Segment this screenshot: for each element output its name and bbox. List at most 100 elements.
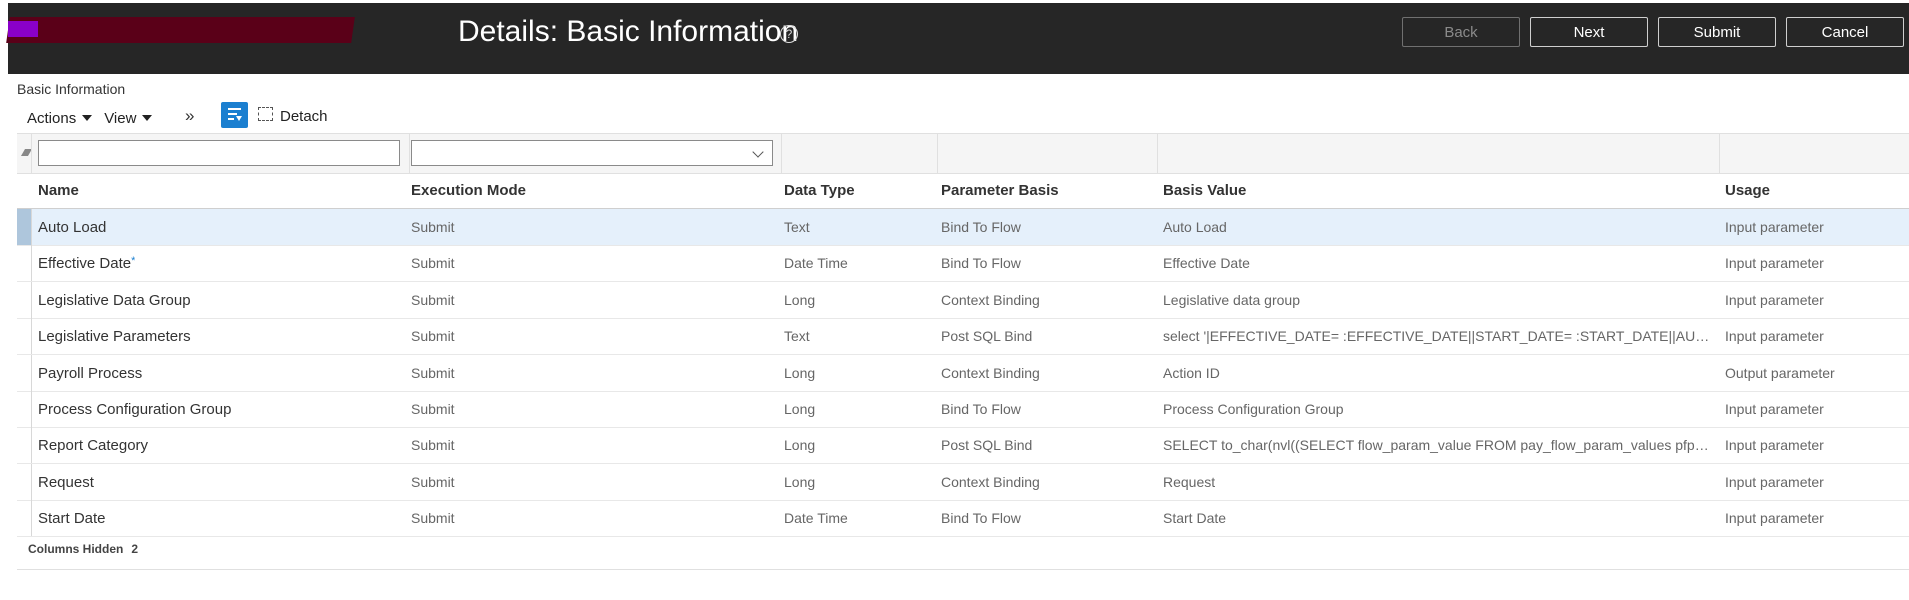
- cell-execution-mode: Submit: [411, 401, 455, 417]
- cell-name: Legislative Data Group: [38, 291, 191, 309]
- cell-basis-value: SELECT to_char(nvl((SELECT flow_param_va…: [1163, 437, 1711, 454]
- row-rule: [31, 245, 32, 282]
- table-row[interactable]: Legislative Data Group Submit Long Context …: [17, 281, 1909, 319]
- table-row[interactable]: Payroll Process Submit Long Context Binding…: [17, 354, 1909, 392]
- column-header-usage[interactable]: Usage: [1725, 182, 1770, 199]
- row-selector[interactable]: [17, 500, 31, 536]
- column-header-name[interactable]: Name: [38, 182, 79, 199]
- column-header-execution-mode[interactable]: Execution Mode: [411, 182, 526, 199]
- cell-data-type: Date Time: [784, 510, 848, 527]
- cell-name: Legislative Parameters: [38, 328, 191, 346]
- required-indicator: *: [131, 255, 136, 268]
- row-selector[interactable]: [17, 209, 31, 245]
- cell-name: Auto Load: [38, 219, 107, 236]
- actions-menu[interactable]: Actions: [27, 110, 93, 127]
- row-selector[interactable]: [17, 318, 31, 354]
- submit-button[interactable]: Submit: [1658, 17, 1776, 47]
- cell-usage: Output parameter: [1725, 364, 1835, 381]
- page-header: Consolidate ... File Task Details: Basic…: [6, 3, 1909, 74]
- chevron-down-icon: [82, 115, 93, 121]
- cell-usage: Input parameter: [1725, 291, 1824, 308]
- table-row[interactable]: Start Date Submit Date Time Bind To Flow Sta…: [17, 500, 1909, 538]
- page-title: Details: Basic Information: [458, 15, 799, 48]
- columns-hidden-count: 2: [131, 542, 139, 556]
- chevron-down-icon: [142, 115, 153, 121]
- table-row[interactable]: Auto Load Submit Text Bind To Flow Auto Load…: [17, 209, 1909, 246]
- row-selector[interactable]: [17, 355, 31, 391]
- cell-data-type: Long: [784, 473, 816, 490]
- row-selector[interactable]: [17, 245, 31, 281]
- cell-parameter-basis: Context Binding: [941, 291, 1040, 308]
- row-rule: [31, 463, 32, 500]
- execution-mode-filter-select[interactable]: [411, 140, 773, 166]
- table-row[interactable]: Effective Date* Submit Date Time Bind To Fl…: [17, 245, 1909, 283]
- table-header: Name Execution Mode Data Type Parameter …: [17, 173, 1909, 209]
- cell-basis-value: select '|EFFECTIVE_DATE= :EFFECTIVE_DATE…: [1163, 328, 1711, 345]
- columns-hidden-status: Columns Hidden 2: [28, 542, 138, 556]
- cell-execution-mode: Submit: [411, 510, 455, 527]
- cell-execution-mode: Submit: [411, 328, 455, 345]
- cell-data-type: Long: [784, 364, 816, 381]
- row-selector[interactable]: [17, 391, 31, 427]
- cell-data-type: Date Time: [784, 255, 848, 272]
- detach-icon[interactable]: [258, 107, 273, 121]
- column-header-data-type[interactable]: Data Type: [784, 182, 855, 199]
- cell-data-type: Long: [784, 401, 816, 417]
- cell-usage: Input parameter: [1725, 473, 1824, 490]
- row-selector[interactable]: [17, 282, 31, 318]
- double-chevron-right-icon[interactable]: »: [185, 106, 194, 126]
- cell-execution-mode: Submit: [411, 364, 455, 381]
- cell-execution-mode: Submit: [411, 219, 455, 235]
- divider: [17, 569, 1909, 570]
- cell-execution-mode: Submit: [411, 255, 455, 272]
- cell-parameter-basis: Context Binding: [941, 473, 1040, 490]
- cell-data-type: Long: [784, 437, 816, 454]
- table-row[interactable]: Request Submit Long Context Binding Request I…: [17, 463, 1909, 501]
- cell-basis-value: Action ID: [1163, 364, 1220, 381]
- help-circle-icon[interactable]: ?: [780, 25, 798, 43]
- row-rule: [31, 500, 32, 537]
- cell-usage: Input parameter: [1725, 510, 1824, 527]
- redaction-mark: [6, 17, 355, 43]
- columns-hidden-label: Columns Hidden: [28, 542, 124, 556]
- row-rule: [31, 427, 32, 464]
- cell-name: Effective Date*: [38, 255, 136, 273]
- cell-basis-value: Request: [1163, 473, 1216, 490]
- cell-basis-value: Legislative data group: [1163, 291, 1300, 308]
- table-row[interactable]: Report Category Submit Long Post SQL Bind SE…: [17, 427, 1909, 465]
- cell-parameter-basis: Bind To Flow: [941, 219, 1021, 235]
- row-selector[interactable]: [17, 427, 31, 463]
- section-title: Basic Information: [17, 81, 126, 97]
- view-menu[interactable]: View: [104, 110, 153, 127]
- cell-basis-value: Start Date: [1163, 510, 1227, 527]
- row-rule: [31, 391, 32, 427]
- cell-usage: Input parameter: [1725, 219, 1824, 235]
- row-rule: [31, 281, 32, 318]
- cell-parameter-basis: Bind To Flow: [941, 401, 1021, 417]
- cell-name: Payroll Process: [38, 364, 143, 382]
- cell-data-type: Long: [784, 291, 816, 308]
- cancel-button[interactable]: Cancel: [1786, 17, 1904, 47]
- table-toolbar: Actions View: [27, 105, 164, 131]
- cell-usage: Input parameter: [1725, 255, 1824, 272]
- column-header-basis-value[interactable]: Basis Value: [1163, 182, 1246, 199]
- name-filter-input[interactable]: [38, 140, 400, 166]
- row-selector[interactable]: [17, 464, 31, 500]
- cell-usage: Input parameter: [1725, 401, 1824, 417]
- back-button[interactable]: Back: [1402, 17, 1520, 47]
- cell-parameter-basis: Bind To Flow: [941, 510, 1021, 527]
- cell-basis-value: Effective Date: [1163, 255, 1250, 272]
- row-rule: [31, 354, 32, 391]
- column-header-parameter-basis[interactable]: Parameter Basis: [941, 182, 1059, 199]
- query-by-example-button[interactable]: [221, 102, 248, 128]
- table-row[interactable]: Legislative Parameters Submit Text Post SQL…: [17, 318, 1909, 356]
- cell-name: Process Configuration Group: [38, 401, 232, 418]
- detach-button[interactable]: Detach: [280, 108, 328, 125]
- next-button[interactable]: Next: [1530, 17, 1648, 47]
- cell-execution-mode: Submit: [411, 437, 455, 454]
- cell-parameter-basis: Post SQL Bind: [941, 328, 1033, 345]
- table-row[interactable]: Process Configuration Group Submit Long Bin…: [17, 391, 1909, 428]
- chevron-down-icon: [752, 146, 764, 158]
- cell-basis-value: Auto Load: [1163, 219, 1227, 235]
- cell-execution-mode: Submit: [411, 291, 455, 308]
